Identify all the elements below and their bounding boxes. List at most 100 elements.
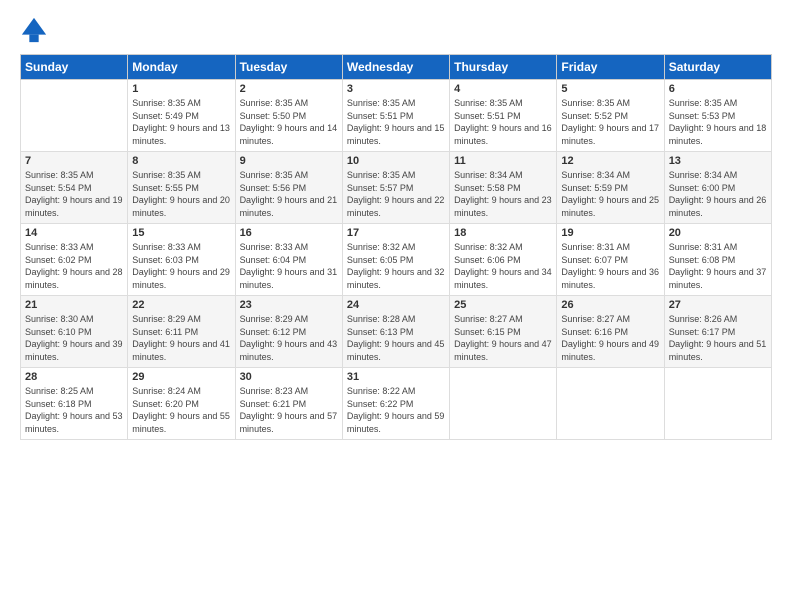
sunset-text: Sunset: 6:03 PM [132, 255, 199, 265]
calendar-cell: 15 Sunrise: 8:33 AM Sunset: 6:03 PM Dayl… [128, 224, 235, 296]
day-info: Sunrise: 8:35 AM Sunset: 5:49 PM Dayligh… [132, 97, 230, 147]
day-info: Sunrise: 8:24 AM Sunset: 6:20 PM Dayligh… [132, 385, 230, 435]
daylight-text: Daylight: 9 hours and 47 minutes. [454, 339, 552, 362]
sunset-text: Sunset: 6:20 PM [132, 399, 199, 409]
day-number: 7 [25, 155, 123, 167]
calendar-cell: 1 Sunrise: 8:35 AM Sunset: 5:49 PM Dayli… [128, 80, 235, 152]
sunset-text: Sunset: 6:21 PM [240, 399, 307, 409]
calendar-cell: 18 Sunrise: 8:32 AM Sunset: 6:06 PM Dayl… [450, 224, 557, 296]
logo [20, 16, 52, 44]
daylight-text: Daylight: 9 hours and 19 minutes. [25, 195, 123, 218]
daylight-text: Daylight: 9 hours and 20 minutes. [132, 195, 230, 218]
day-info: Sunrise: 8:35 AM Sunset: 5:51 PM Dayligh… [347, 97, 445, 147]
header-tuesday: Tuesday [235, 55, 342, 80]
daylight-text: Daylight: 9 hours and 32 minutes. [347, 267, 445, 290]
day-info: Sunrise: 8:34 AM Sunset: 6:00 PM Dayligh… [669, 169, 767, 219]
daylight-text: Daylight: 9 hours and 14 minutes. [240, 123, 338, 146]
calendar-cell [21, 80, 128, 152]
sunrise-text: Sunrise: 8:31 AM [669, 242, 738, 252]
header-thursday: Thursday [450, 55, 557, 80]
daylight-text: Daylight: 9 hours and 16 minutes. [454, 123, 552, 146]
day-info: Sunrise: 8:30 AM Sunset: 6:10 PM Dayligh… [25, 313, 123, 363]
day-number: 13 [669, 155, 767, 167]
day-info: Sunrise: 8:34 AM Sunset: 5:59 PM Dayligh… [561, 169, 659, 219]
daylight-text: Daylight: 9 hours and 49 minutes. [561, 339, 659, 362]
sunset-text: Sunset: 5:53 PM [669, 111, 736, 121]
calendar-cell: 5 Sunrise: 8:35 AM Sunset: 5:52 PM Dayli… [557, 80, 664, 152]
daylight-text: Daylight: 9 hours and 31 minutes. [240, 267, 338, 290]
sunrise-text: Sunrise: 8:34 AM [561, 170, 630, 180]
calendar-cell [450, 368, 557, 440]
daylight-text: Daylight: 9 hours and 18 minutes. [669, 123, 767, 146]
calendar-cell: 12 Sunrise: 8:34 AM Sunset: 5:59 PM Dayl… [557, 152, 664, 224]
day-info: Sunrise: 8:35 AM Sunset: 5:51 PM Dayligh… [454, 97, 552, 147]
sunrise-text: Sunrise: 8:34 AM [669, 170, 738, 180]
day-info: Sunrise: 8:29 AM Sunset: 6:12 PM Dayligh… [240, 313, 338, 363]
daylight-text: Daylight: 9 hours and 53 minutes. [25, 411, 123, 434]
daylight-text: Daylight: 9 hours and 55 minutes. [132, 411, 230, 434]
header-saturday: Saturday [664, 55, 771, 80]
day-info: Sunrise: 8:31 AM Sunset: 6:07 PM Dayligh… [561, 241, 659, 291]
day-number: 2 [240, 83, 338, 95]
daylight-text: Daylight: 9 hours and 43 minutes. [240, 339, 338, 362]
calendar-header-row: SundayMondayTuesdayWednesdayThursdayFrid… [21, 55, 772, 80]
daylight-text: Daylight: 9 hours and 57 minutes. [240, 411, 338, 434]
daylight-text: Daylight: 9 hours and 39 minutes. [25, 339, 123, 362]
day-info: Sunrise: 8:35 AM Sunset: 5:54 PM Dayligh… [25, 169, 123, 219]
calendar-cell: 19 Sunrise: 8:31 AM Sunset: 6:07 PM Dayl… [557, 224, 664, 296]
daylight-text: Daylight: 9 hours and 34 minutes. [454, 267, 552, 290]
sunset-text: Sunset: 6:05 PM [347, 255, 414, 265]
sunset-text: Sunset: 5:56 PM [240, 183, 307, 193]
page-header [20, 16, 772, 44]
sunrise-text: Sunrise: 8:35 AM [454, 98, 523, 108]
sunrise-text: Sunrise: 8:35 AM [25, 170, 94, 180]
calendar-cell: 13 Sunrise: 8:34 AM Sunset: 6:00 PM Dayl… [664, 152, 771, 224]
calendar-cell: 28 Sunrise: 8:25 AM Sunset: 6:18 PM Dayl… [21, 368, 128, 440]
day-number: 11 [454, 155, 552, 167]
day-info: Sunrise: 8:22 AM Sunset: 6:22 PM Dayligh… [347, 385, 445, 435]
day-number: 9 [240, 155, 338, 167]
sunrise-text: Sunrise: 8:27 AM [561, 314, 630, 324]
sunset-text: Sunset: 6:08 PM [669, 255, 736, 265]
day-number: 28 [25, 371, 123, 383]
day-number: 29 [132, 371, 230, 383]
sunset-text: Sunset: 6:11 PM [132, 327, 198, 337]
day-info: Sunrise: 8:35 AM Sunset: 5:55 PM Dayligh… [132, 169, 230, 219]
daylight-text: Daylight: 9 hours and 15 minutes. [347, 123, 445, 146]
day-info: Sunrise: 8:25 AM Sunset: 6:18 PM Dayligh… [25, 385, 123, 435]
sunset-text: Sunset: 5:51 PM [454, 111, 521, 121]
day-number: 8 [132, 155, 230, 167]
day-number: 12 [561, 155, 659, 167]
day-info: Sunrise: 8:27 AM Sunset: 6:15 PM Dayligh… [454, 313, 552, 363]
day-number: 22 [132, 299, 230, 311]
header-monday: Monday [128, 55, 235, 80]
day-info: Sunrise: 8:34 AM Sunset: 5:58 PM Dayligh… [454, 169, 552, 219]
calendar-cell: 23 Sunrise: 8:29 AM Sunset: 6:12 PM Dayl… [235, 296, 342, 368]
daylight-text: Daylight: 9 hours and 29 minutes. [132, 267, 230, 290]
sunrise-text: Sunrise: 8:29 AM [132, 314, 201, 324]
sunset-text: Sunset: 5:58 PM [454, 183, 521, 193]
day-number: 15 [132, 227, 230, 239]
sunset-text: Sunset: 6:04 PM [240, 255, 307, 265]
sunset-text: Sunset: 6:16 PM [561, 327, 628, 337]
sunrise-text: Sunrise: 8:29 AM [240, 314, 309, 324]
calendar-week-3: 14 Sunrise: 8:33 AM Sunset: 6:02 PM Dayl… [21, 224, 772, 296]
day-info: Sunrise: 8:32 AM Sunset: 6:05 PM Dayligh… [347, 241, 445, 291]
sunrise-text: Sunrise: 8:35 AM [240, 170, 309, 180]
day-number: 26 [561, 299, 659, 311]
day-number: 1 [132, 83, 230, 95]
calendar-cell [664, 368, 771, 440]
logo-icon [20, 16, 48, 44]
calendar-table: SundayMondayTuesdayWednesdayThursdayFrid… [20, 54, 772, 440]
sunrise-text: Sunrise: 8:32 AM [347, 242, 416, 252]
day-info: Sunrise: 8:35 AM Sunset: 5:56 PM Dayligh… [240, 169, 338, 219]
day-info: Sunrise: 8:35 AM Sunset: 5:52 PM Dayligh… [561, 97, 659, 147]
day-number: 18 [454, 227, 552, 239]
calendar-cell: 24 Sunrise: 8:28 AM Sunset: 6:13 PM Dayl… [342, 296, 449, 368]
day-number: 31 [347, 371, 445, 383]
sunset-text: Sunset: 6:00 PM [669, 183, 736, 193]
day-number: 10 [347, 155, 445, 167]
calendar-cell: 14 Sunrise: 8:33 AM Sunset: 6:02 PM Dayl… [21, 224, 128, 296]
header-sunday: Sunday [21, 55, 128, 80]
daylight-text: Daylight: 9 hours and 28 minutes. [25, 267, 123, 290]
